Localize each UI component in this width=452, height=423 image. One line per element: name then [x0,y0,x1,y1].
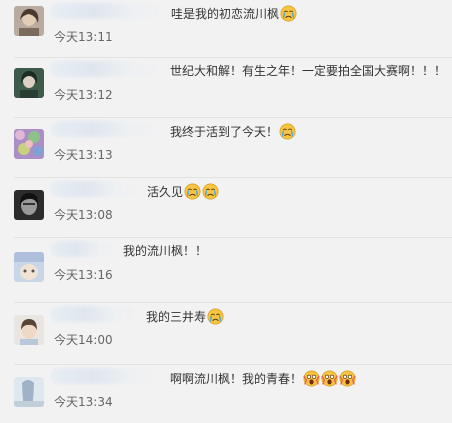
comment-item: 我的流川枫！！ 今天13:16 [0,238,452,296]
comment-time: 今天13:16 [54,268,113,282]
user-avatar[interactable] [14,68,44,98]
user-avatar[interactable] [14,315,44,345]
comment-text: 哇是我的初恋流川枫 [171,5,297,22]
username-blurred[interactable] [50,306,138,322]
comment-time: 今天13:13 [54,148,113,162]
comment-item: 活久见 今天13:08 [0,178,452,236]
comment-text: 世纪大和解！有生之年！一定要拍全国大赛啊！！！ [170,64,447,78]
screaming-face-icon [303,370,320,387]
comment-time: 今天13:34 [54,395,113,409]
comment-text: 我终于活到了今天！ [170,123,296,140]
comment-text: 活久见 [147,183,219,200]
user-avatar[interactable] [14,190,44,220]
comment-item: 我的三井寿 今天14:00 [0,303,452,361]
username-blurred[interactable] [50,61,158,77]
crying-face-icon [279,123,296,140]
crying-face-icon [207,308,224,325]
comment-time: 今天14:00 [54,333,113,347]
comment-time: 今天13:11 [54,30,113,44]
comment-item: 啊啊流川枫！我的青春！ 今天13:34 [0,365,452,423]
comment-item: 哇是我的初恋流川枫 今天13:11 [0,0,452,58]
username-blurred[interactable] [50,181,138,197]
screaming-face-icon [339,370,356,387]
comment-item: 我终于活到了今天！ 今天13:13 [0,118,452,176]
username-blurred[interactable] [50,368,158,384]
comment-text: 啊啊流川枫！我的青春！ [170,370,356,387]
username-blurred[interactable] [50,121,158,137]
crying-face-icon [202,183,219,200]
comment-text: 我的流川枫！！ [123,244,208,258]
crying-face-icon [280,5,297,22]
comment-item: 世纪大和解！有生之年！一定要拍全国大赛啊！！！ 今天13:12 [0,58,452,116]
comment-time: 今天13:12 [54,88,113,102]
username-blurred[interactable] [50,241,116,257]
user-avatar[interactable] [14,252,44,282]
crying-face-icon [184,183,201,200]
comment-text: 我的三井寿 [146,308,224,325]
username-blurred[interactable] [50,3,162,19]
comment-time: 今天13:08 [54,208,113,222]
user-avatar[interactable] [14,6,44,36]
user-avatar[interactable] [14,377,44,407]
user-avatar[interactable] [14,129,44,159]
screaming-face-icon [321,370,338,387]
comment-list: 哇是我的初恋流川枫 今天13:11 世纪大和解！有生之年！一定要拍全国大赛啊！！… [0,0,452,422]
